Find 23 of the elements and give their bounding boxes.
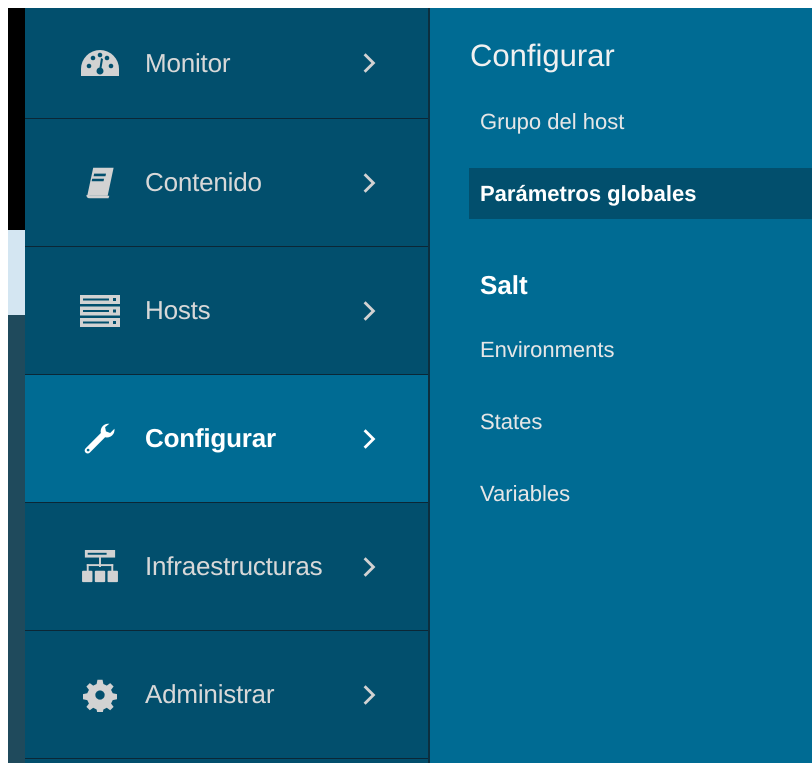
- submenu-item[interactable]: Parámetros globales: [469, 168, 812, 219]
- sidebar-item-label: Hosts: [145, 295, 212, 326]
- gear-icon: [80, 678, 120, 712]
- sidebar-item-label: Configurar: [145, 423, 277, 454]
- submenu-item[interactable]: Environments: [469, 324, 812, 375]
- sidebar-item-label: Infraestructuras: [145, 551, 324, 582]
- sidebar-item-label: Monitor: [145, 48, 232, 78]
- network-icon: [80, 550, 120, 584]
- chevron-right-icon: [362, 684, 376, 706]
- chevron-right-icon: [362, 428, 376, 450]
- chevron-right-icon: [362, 172, 376, 194]
- sidebar-item[interactable]: Configurar: [25, 375, 428, 503]
- chevron-right-icon: [362, 52, 376, 74]
- sidebar-item-label: Administrar: [145, 679, 276, 710]
- submenu-item[interactable]: Grupo del host: [469, 96, 812, 147]
- sidebar-item-label: Contenido: [145, 167, 263, 198]
- submenu-item[interactable]: States: [469, 396, 812, 447]
- chevron-right-icon: [362, 300, 376, 322]
- chevron-right-icon: [362, 556, 376, 578]
- section-heading: Salt: [479, 270, 529, 302]
- server-stack-icon: [80, 294, 120, 328]
- flyout-title: Configurar: [469, 38, 616, 75]
- submenu-item[interactable]: Variables: [469, 468, 812, 519]
